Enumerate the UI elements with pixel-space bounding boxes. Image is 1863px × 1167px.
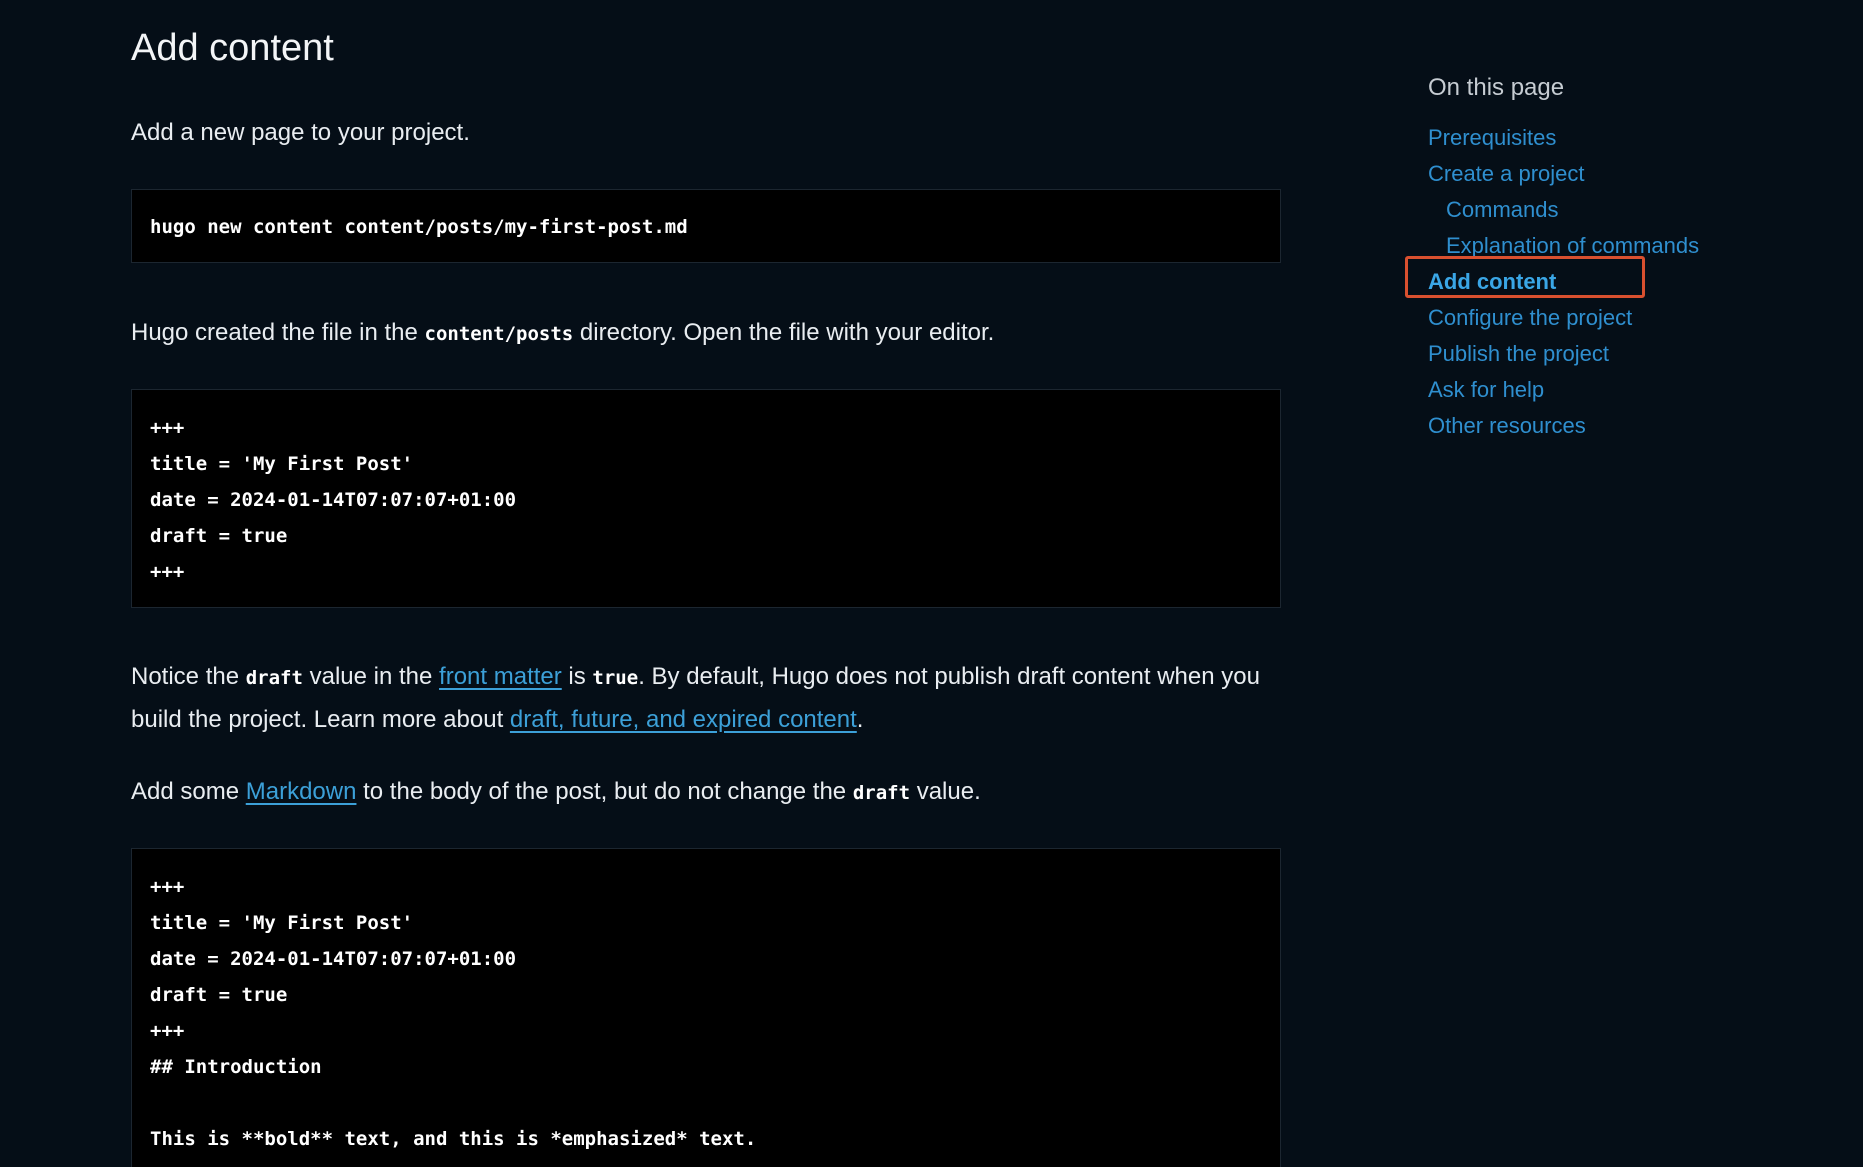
draft-notice-paragraph: Notice the draft value in the front matt… [131, 656, 1283, 741]
highlight-box [1405, 256, 1645, 298]
text: to the body of the post, but do not chan… [356, 778, 853, 805]
text: value in the [302, 663, 440, 690]
inline-code: true [592, 667, 639, 689]
toc-item-prerequisites[interactable]: Prerequisites [1428, 120, 1828, 156]
code-line: date = 2024-01-14T07:07:07+01:00 [150, 948, 517, 970]
code-line: +++ [150, 1020, 185, 1042]
code-line: ## Introduction [150, 1056, 322, 1078]
text: is [561, 663, 593, 690]
text: value. [910, 778, 981, 805]
toc-item-create-a-project[interactable]: Create a project [1428, 156, 1828, 192]
toc-heading: On this page [1428, 74, 1565, 101]
inline-code: content/posts [424, 323, 574, 345]
code-line: +++ [150, 876, 185, 898]
code-line: date = 2024-01-14T07:07:07+01:00 [150, 489, 517, 511]
front-matter-link[interactable]: front matter [439, 663, 562, 690]
markdown-link[interactable]: Markdown [246, 778, 357, 805]
markdown-code-block: +++ title = 'My First Post' date = 2024-… [131, 848, 1281, 1167]
command-code-block: hugo new content content/posts/my-first-… [131, 189, 1281, 263]
frontmatter-code-block: +++ title = 'My First Post' date = 2024-… [131, 389, 1281, 608]
text: Notice the [131, 663, 246, 690]
draft-future-expired-link[interactable]: draft, future, and expired content [510, 706, 857, 733]
code-line: title = 'My First Post' [150, 453, 414, 475]
toc-item-ask-for-help[interactable]: Ask for help [1428, 372, 1828, 408]
toc-item-other-resources[interactable]: Other resources [1428, 408, 1828, 444]
code-line: hugo new content content/posts/my-first-… [150, 216, 688, 238]
text: . [856, 706, 864, 733]
intro-paragraph: Add a new page to your project. [131, 119, 470, 146]
add-markdown-paragraph: Add some Markdown to the body of the pos… [131, 771, 1283, 814]
code-line: +++ [150, 417, 185, 439]
text: directory. Open the file with your edito… [573, 319, 995, 346]
inline-code: draft [852, 782, 911, 804]
toc-item-publish-the-project[interactable]: Publish the project [1428, 336, 1828, 372]
code-line: +++ [150, 561, 185, 583]
toc-item-configure-the-project[interactable]: Configure the project [1428, 300, 1828, 336]
code-line: draft = true [150, 984, 288, 1006]
text: Add some [131, 778, 246, 805]
page-title: Add content [131, 27, 334, 69]
toc-item-commands[interactable]: Commands [1428, 192, 1828, 228]
code-line: This is **bold** text, and this is *emph… [150, 1128, 757, 1150]
file-created-paragraph: Hugo created the file in the content/pos… [131, 312, 1283, 355]
inline-code: draft [245, 667, 303, 689]
code-line: draft = true [150, 525, 288, 547]
text: Hugo created the file in the [131, 319, 425, 346]
code-line: title = 'My First Post' [150, 912, 414, 934]
